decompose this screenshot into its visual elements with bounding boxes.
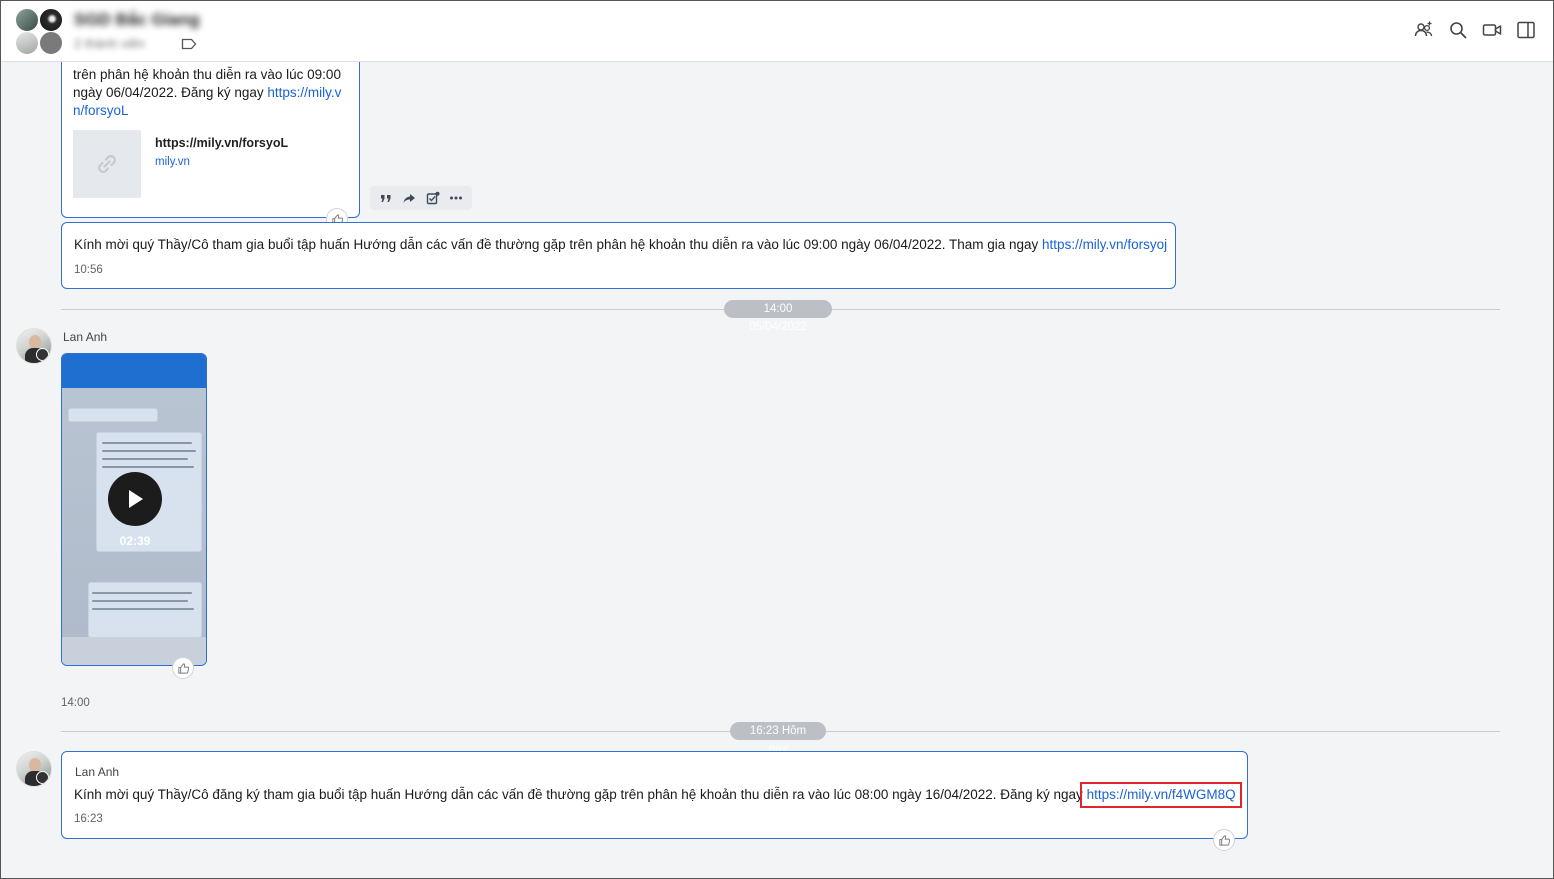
video-message[interactable]: 02:39	[61, 353, 207, 666]
search-icon[interactable]	[1448, 20, 1468, 40]
tag-icon[interactable]	[181, 37, 197, 51]
message-time: 10:56	[74, 264, 103, 276]
message-bubble[interactable]: Kính mời quý Thầy/Cô tham gia buổi tập h…	[61, 222, 1176, 289]
sender-name: Lan Anh	[75, 765, 120, 779]
video-thumbnail	[62, 388, 206, 665]
thumbs-up-icon	[1218, 834, 1230, 846]
message-link[interactable]: https://mily.vn/forsyoj	[1042, 237, 1167, 252]
task-icon[interactable]	[426, 191, 440, 205]
quote-icon[interactable]	[379, 191, 393, 205]
chat-header: SGD Bắc Giang 2 thành viên	[0, 0, 1554, 62]
member-avatar	[39, 8, 63, 32]
member-avatar	[15, 31, 39, 55]
play-icon	[129, 490, 143, 508]
message-time: 14:00	[61, 697, 90, 709]
link-preview-title: https://mily.vn/forsyoL	[155, 136, 289, 150]
video-duration: 02:39	[119, 534, 151, 548]
sender-name: Lan Anh	[63, 330, 108, 344]
member-avatar	[39, 31, 63, 55]
member-avatar	[15, 8, 39, 32]
conversation-title[interactable]: SGD Bắc Giang	[74, 10, 200, 30]
message-text: Kính mời quý Thầy/Cô tham gia buổi tập h…	[74, 237, 1043, 252]
message-link[interactable]: https://mily.v	[267, 85, 341, 100]
avatar[interactable]	[16, 751, 52, 787]
link-preview-card[interactable]: https://mily.vn/forsyoL mily.vn	[73, 130, 343, 200]
sidebar-toggle-icon[interactable]	[1516, 20, 1536, 40]
message-text: trên phân hệ khoản thu diễn ra vào lúc 0…	[73, 67, 341, 82]
link-highlight-box	[1080, 782, 1242, 808]
link-preview-thumbnail	[73, 130, 141, 198]
like-button[interactable]	[1213, 829, 1235, 851]
video-thumbnail-header	[62, 354, 206, 388]
message-link[interactable]: n/forsyoL	[73, 103, 129, 118]
add-member-icon[interactable]	[1414, 20, 1434, 40]
thumbs-up-icon	[177, 662, 189, 674]
more-options-icon[interactable]	[449, 191, 463, 205]
date-separator: 14:00 05/04/2022	[724, 300, 832, 333]
video-call-icon[interactable]	[1482, 20, 1502, 40]
date-separator: 16:23 Hôm nay	[730, 722, 826, 755]
like-button[interactable]	[172, 657, 194, 679]
forward-icon[interactable]	[402, 191, 416, 205]
message-bubble[interactable]: trên phân hệ khoản thu diễn ra vào lúc 0…	[61, 40, 360, 218]
play-button[interactable]	[108, 472, 162, 526]
link-icon	[98, 155, 116, 173]
avatar[interactable]	[16, 328, 52, 364]
conversation-subtitle: 2 thành viên	[74, 36, 145, 51]
message-bubble[interactable]: Lan Anh Kính mời quý Thầy/Cô đăng ký tha…	[61, 751, 1248, 839]
message-text: ngày 06/04/2022. Đăng ký ngay	[73, 85, 268, 100]
link-preview-domain: mily.vn	[155, 156, 190, 168]
group-avatar[interactable]	[15, 8, 65, 56]
message-action-bar	[370, 186, 472, 210]
message-text: Kính mời quý Thầy/Cô đăng ký tham gia bu…	[74, 787, 1087, 802]
message-time: 16:23	[74, 813, 103, 825]
